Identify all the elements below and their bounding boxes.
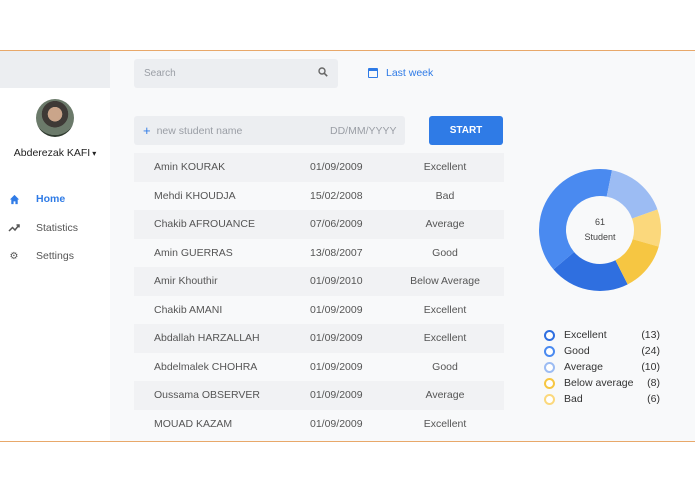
trend-icon [8, 222, 20, 234]
table-row[interactable]: Amir Khouthir 01/09/2010 Below Average [134, 267, 504, 296]
student-date: 01/09/2009 [310, 360, 363, 373]
student-grade: Average [425, 218, 465, 231]
table-row[interactable]: MOUAD KAZAM 01/09/2009 Excellent [134, 409, 504, 438]
student-grade: Good [432, 360, 458, 373]
legend-item: Good (24) [544, 343, 660, 359]
legend-count: (6) [647, 393, 660, 405]
legend-label: Average [564, 361, 603, 373]
grade-donut-chart: 61 Student [538, 168, 662, 292]
legend-label: Below average [564, 377, 634, 389]
new-student-date-field[interactable]: DD/MM/YYYY [330, 125, 397, 137]
student-date: 07/06/2009 [310, 218, 363, 231]
legend-dot [544, 393, 555, 405]
legend-item: Bad (6) [544, 391, 660, 407]
chart-legend: Excellent (13) Good (24) Average (10) Below… [544, 327, 660, 407]
sidebar-header [0, 51, 110, 88]
legend-item: Below average (8) [544, 375, 660, 391]
student-date: 13/08/2007 [310, 246, 363, 259]
period-selector[interactable]: Last week [368, 67, 433, 79]
user-name: Abderezak KAFI [13, 147, 91, 159]
table-row[interactable]: Abdelmalek CHOHRA 01/09/2009 Good [134, 352, 504, 381]
sidebar-item-home[interactable]: Home [8, 193, 65, 205]
search-icon[interactable] [318, 67, 328, 80]
new-student-form[interactable]: + new student name DD/MM/YYYY [134, 116, 405, 145]
student-total-label: Student [584, 232, 616, 242]
donut-center-label: 61 Student [538, 168, 662, 292]
student-date: 15/02/2008 [310, 189, 363, 202]
student-name: Abdelmalek CHOHRA [154, 360, 258, 373]
student-name: Mehdi KHOUDJA [154, 189, 236, 202]
legend-dot [544, 345, 555, 357]
main-content: Search Last week + new student name DD/M… [110, 51, 695, 441]
student-date: 01/09/2009 [310, 417, 363, 430]
plus-icon[interactable]: + [143, 123, 151, 138]
legend-label: Good [564, 345, 590, 357]
student-date: 01/09/2009 [310, 389, 363, 402]
legend-label: Excellent [564, 329, 607, 341]
student-grade: Excellent [423, 303, 467, 316]
sidebar-item-label: Home [36, 193, 66, 205]
caret-down-icon: ▾ [92, 149, 97, 158]
student-grade: Excellent [423, 332, 467, 345]
student-name: Chakib AMANI [154, 303, 223, 316]
student-name: Amir Khouthir [154, 275, 218, 288]
sidebar-item-label: Settings [36, 250, 74, 262]
legend-count: (10) [641, 361, 660, 373]
student-grade: Below Average [410, 275, 480, 288]
student-date: 01/09/2009 [310, 303, 363, 316]
table-row[interactable]: Chakib AMANI 01/09/2009 Excellent [134, 295, 504, 324]
sidebar-item-settings[interactable]: ⚙ Settings [8, 250, 74, 262]
student-name: Chakib AFROUANCE [154, 218, 255, 231]
student-name: Amin KOURAK [154, 161, 226, 174]
search-input[interactable]: Search [134, 59, 338, 88]
start-button[interactable]: START [429, 116, 503, 145]
period-label: Last week [386, 67, 434, 79]
user-menu[interactable]: Abderezak KAFI ▾ [0, 147, 110, 159]
student-date: 01/09/2009 [310, 161, 363, 174]
legend-label: Bad [564, 393, 583, 405]
table-row[interactable]: Oussama OBSERVER 01/09/2009 Average [134, 381, 504, 410]
students-table: Amin KOURAK 01/09/2009 Excellent Mehdi KHO… [134, 153, 504, 438]
student-grade: Average [425, 389, 465, 402]
student-grade: Excellent [423, 161, 467, 174]
home-icon [8, 193, 20, 205]
legend-count: (8) [647, 377, 660, 389]
student-total: 61 [594, 217, 605, 227]
student-name: Amin GUERRAS [154, 246, 233, 259]
table-row[interactable]: Chakib AFROUANCE 07/06/2009 Average [134, 210, 504, 239]
legend-dot [544, 377, 555, 389]
gear-icon: ⚙ [9, 250, 19, 262]
student-name: Abdallah HARZALLAH [154, 332, 260, 345]
student-grade: Excellent [423, 417, 467, 430]
student-grade: Bad [435, 189, 455, 202]
student-name: Oussama OBSERVER [154, 389, 261, 402]
sidebar-item-label: Statistics [36, 222, 79, 234]
legend-item: Average (10) [544, 359, 660, 375]
calendar-icon [368, 68, 378, 78]
new-student-name-field[interactable]: new student name [157, 125, 243, 137]
student-name: MOUAD KAZAM [154, 417, 233, 430]
table-row[interactable]: Mehdi KHOUDJA 15/02/2008 Bad [134, 181, 504, 210]
legend-count: (24) [641, 345, 660, 357]
search-placeholder: Search [144, 68, 176, 79]
sidebar-item-statistics[interactable]: Statistics [8, 222, 78, 234]
student-date: 01/09/2010 [310, 275, 363, 288]
legend-item: Excellent (13) [544, 327, 660, 343]
table-row[interactable]: Abdallah HARZALLAH 01/09/2009 Excellent [134, 324, 504, 353]
legend-dot [544, 361, 555, 373]
table-row[interactable]: Amin GUERRAS 13/08/2007 Good [134, 238, 504, 267]
avatar[interactable] [36, 99, 74, 137]
table-row[interactable]: Amin KOURAK 01/09/2009 Excellent [134, 153, 504, 182]
student-date: 01/09/2009 [310, 332, 363, 345]
student-grade: Good [432, 246, 458, 259]
legend-count: (13) [641, 329, 660, 341]
legend-dot [544, 329, 555, 341]
app-window: Abderezak KAFI ▾ Home Statistics ⚙ Settin… [0, 50, 695, 442]
sidebar: Abderezak KAFI ▾ Home Statistics ⚙ Settin… [0, 51, 110, 441]
